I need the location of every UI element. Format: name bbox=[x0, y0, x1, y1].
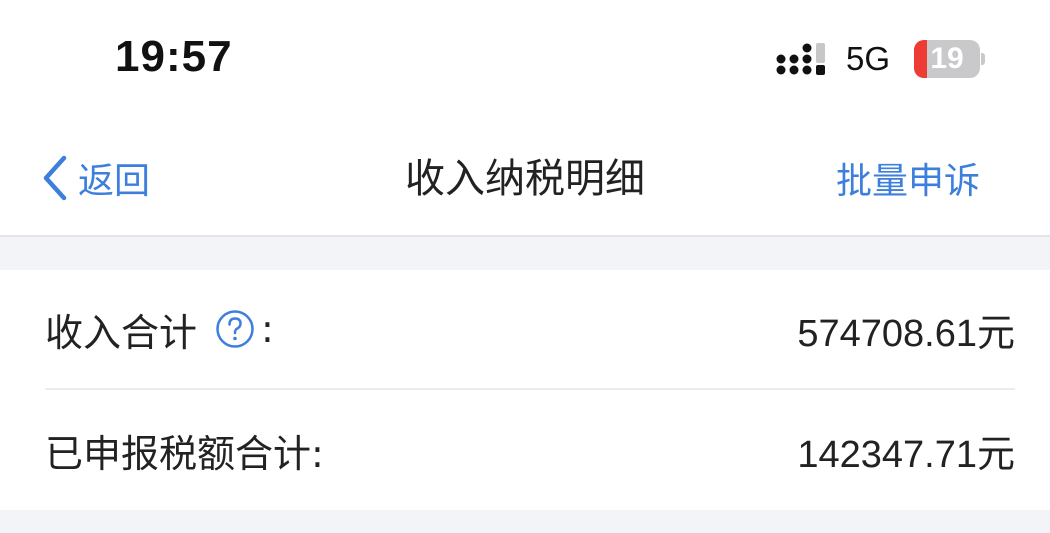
battery-icon: 19 bbox=[914, 40, 985, 78]
income-total-label: 收入合计 bbox=[45, 310, 198, 355]
income-total-colon: : bbox=[261, 307, 274, 351]
income-total-value: 574708.61元 bbox=[797, 312, 1015, 355]
income-total-label-group: 收入合计 : bbox=[45, 302, 274, 357]
status-time: 19:57 bbox=[115, 32, 233, 81]
question-circle-icon[interactable] bbox=[215, 309, 255, 349]
tax-declared-value: 142347.71元 bbox=[797, 433, 1015, 476]
battery-level: 19 bbox=[930, 42, 964, 75]
navigation-bar: 返回 收入纳税明细 批量申诉 bbox=[0, 118, 1050, 237]
tax-declared-row: 已申报税额合计: 142347.71元 bbox=[45, 390, 1015, 510]
income-total-row: 收入合计 : 574708.61元 bbox=[45, 270, 1015, 390]
cellular-signal-icon bbox=[776, 43, 825, 75]
batch-appeal-button[interactable]: 批量申诉 bbox=[836, 152, 980, 204]
summary-card: 收入合计 : 574708.61元 已申报税额合计: 142347.71元 bbox=[0, 270, 1050, 510]
status-bar: 19:57 5G 19 bbox=[0, 0, 1050, 118]
tax-declared-label: 已申报税额合计: bbox=[45, 431, 324, 476]
network-type: 5G bbox=[846, 40, 891, 77]
